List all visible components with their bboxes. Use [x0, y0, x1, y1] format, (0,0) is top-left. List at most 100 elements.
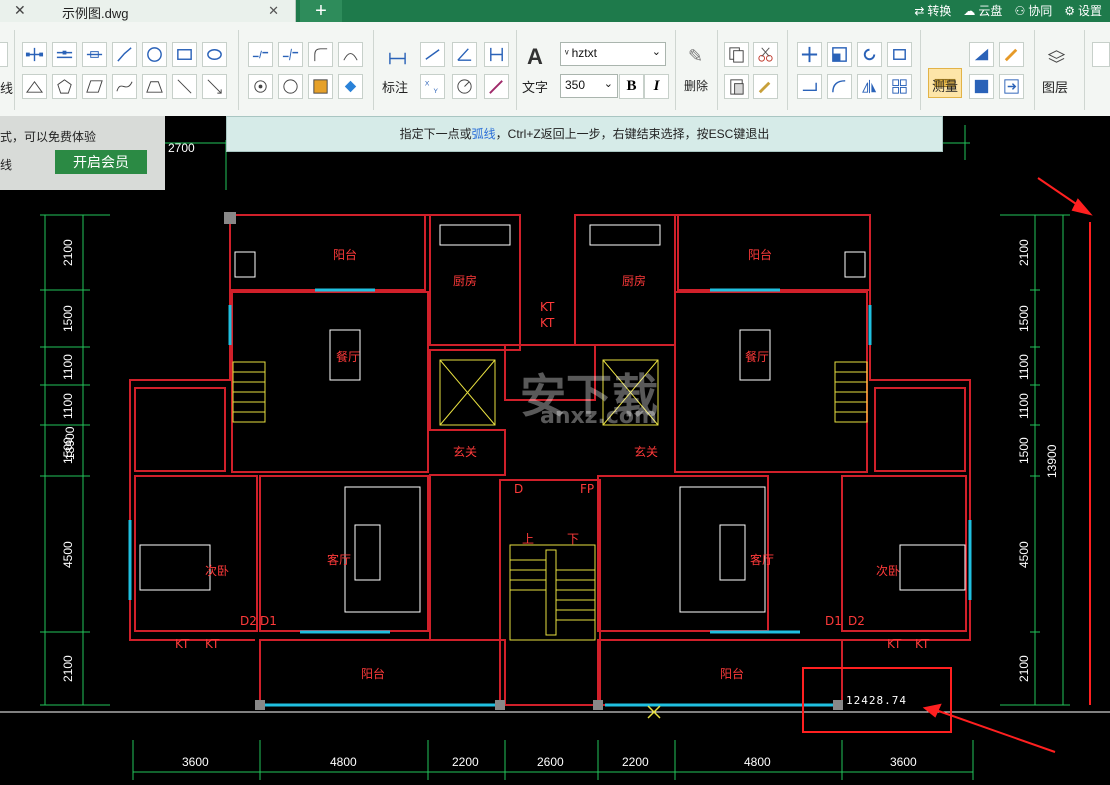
pin-icon[interactable]: ✕: [14, 2, 26, 19]
area-icon: [974, 48, 989, 61]
drawing-canvas[interactable]: 阳台 阳台 厨房 厨房 餐厅 餐厅 玄关 玄关 客厅 客厅 次卧 次卧 阳台 阳…: [0, 116, 1110, 785]
close-tab-icon[interactable]: ✕: [268, 3, 279, 19]
rectangle-icon: [177, 49, 192, 60]
block-tool-button[interactable]: [202, 42, 227, 67]
leader-button[interactable]: [484, 74, 509, 99]
radius-dim-button[interactable]: [452, 74, 477, 99]
mirror-button[interactable]: [857, 74, 882, 99]
convert-button[interactable]: ⇄ 转换: [914, 2, 951, 19]
spline-tool-button[interactable]: [112, 42, 137, 67]
label-kt-4: KT: [205, 637, 220, 651]
polyline-tool-button[interactable]: [22, 42, 47, 67]
member-promo-text: 式，可以免费体验: [0, 130, 97, 144]
dim-left-6: 2100: [61, 655, 75, 682]
copy-button[interactable]: [724, 42, 749, 67]
move-button[interactable]: [797, 42, 822, 67]
ray-tool-button[interactable]: [82, 42, 107, 67]
dim-top: 2700: [168, 141, 195, 155]
cloud-button[interactable]: ☁ 云盘: [963, 2, 1002, 19]
rotate-button[interactable]: [857, 42, 882, 67]
scale-button[interactable]: [827, 42, 852, 67]
label-dining-left: 餐厅: [336, 349, 360, 364]
font-name: hztxt: [571, 46, 597, 60]
xy-icon: XY: [425, 81, 439, 96]
circle-tool-button[interactable]: [142, 42, 167, 67]
linear-dim-button[interactable]: [484, 42, 509, 67]
angle-dim-button[interactable]: [452, 42, 477, 67]
label-up: 上: [522, 532, 534, 546]
export-button[interactable]: [999, 74, 1024, 99]
measure-readout: 12428.74: [846, 694, 907, 707]
label-d2-right: D2: [848, 614, 865, 628]
more-button[interactable]: [1092, 42, 1110, 67]
paste-button[interactable]: [724, 74, 749, 99]
extend-tool-button[interactable]: [278, 42, 303, 67]
layer-button[interactable]: [1044, 44, 1069, 69]
bold-button[interactable]: B: [619, 74, 644, 99]
coordinate-dim-button[interactable]: XY: [420, 74, 445, 99]
arc-link[interactable]: 弧线: [472, 127, 496, 141]
grid-array-button[interactable]: [887, 74, 912, 99]
top-actions: ⇄ 转换 ☁ 云盘 ⚇ 协同 ⚙ 设置: [914, 2, 1102, 19]
copy-icon: [729, 47, 744, 63]
fillet-tool-button[interactable]: [308, 42, 333, 67]
break-tool-button[interactable]: [248, 42, 273, 67]
stretch-icon: [893, 49, 906, 60]
measure-label: 测量: [932, 79, 959, 94]
polygon-circle-tool-button[interactable]: [278, 74, 303, 99]
multiline-tool-button[interactable]: [52, 42, 77, 67]
array-icon: [832, 80, 846, 93]
aligned-dim-button[interactable]: [420, 42, 445, 67]
font-select[interactable]: ᵛ hztxt ⌄: [560, 42, 666, 66]
eraser-icon[interactable]: ✎: [688, 46, 703, 67]
area-button[interactable]: [969, 42, 994, 67]
hatch-tool-button[interactable]: [308, 74, 333, 99]
import-button[interactable]: [969, 74, 994, 99]
pentagon-tool-button[interactable]: [52, 74, 77, 99]
triangle-tool-button[interactable]: [22, 74, 47, 99]
brush-button[interactable]: [753, 74, 778, 99]
collab-button[interactable]: ⚇ 协同: [1014, 2, 1052, 19]
hint-suffix: ，Ctrl+Z返回上一步，右键结束选择，按ESC键退出: [495, 127, 770, 141]
line-tool-button[interactable]: [0, 42, 8, 67]
annotate-label: 标注: [382, 80, 409, 95]
trapezoid-tool-button[interactable]: [142, 74, 167, 99]
settings-label: 设置: [1077, 4, 1102, 18]
cut-button[interactable]: [753, 42, 778, 67]
break-icon: [252, 50, 269, 59]
italic-button[interactable]: I: [644, 74, 669, 99]
font-size-select[interactable]: 350 ⌄: [560, 74, 618, 98]
open-membership-button[interactable]: 开启会员: [55, 150, 147, 174]
diagonal-line-tool-button[interactable]: [172, 74, 197, 99]
layers-icon: [1047, 50, 1066, 63]
dim-bottom-6: 3600: [890, 755, 917, 769]
hint-prefix: 指定下一点或: [399, 127, 472, 141]
annotate-button[interactable]: [385, 46, 410, 71]
new-tab-button[interactable]: +: [300, 0, 342, 22]
arc-tool-button[interactable]: [338, 42, 363, 67]
label-foyer-right: 玄关: [634, 444, 658, 459]
polyline-icon: [25, 47, 44, 62]
dim-bottom-4: 2200: [622, 755, 649, 769]
gear-tool-button[interactable]: [248, 74, 273, 99]
linear-dim-icon: [490, 47, 503, 62]
parallelogram-tool-button[interactable]: [82, 74, 107, 99]
fill-tool-button[interactable]: [338, 74, 363, 99]
settings-button[interactable]: ⚙ 设置: [1064, 2, 1102, 19]
font-icon: ᵛ: [565, 48, 572, 60]
offset-icon: [802, 82, 817, 92]
curve-tool-button[interactable]: [112, 74, 137, 99]
dim-left-0: 2100: [61, 239, 75, 266]
diagonal-line2-tool-button[interactable]: [202, 74, 227, 99]
label-d1-left: D1: [260, 614, 277, 628]
array-button[interactable]: [827, 74, 852, 99]
text-label: 文字: [522, 80, 549, 95]
offset-button[interactable]: [797, 74, 822, 99]
stretch-button[interactable]: [887, 42, 912, 67]
chevron-down-icon: ⌄: [651, 46, 661, 58]
rectangle-tool-button[interactable]: [172, 42, 197, 67]
leader-icon: [489, 80, 503, 94]
pencil-button[interactable]: [999, 42, 1024, 67]
document-tab[interactable]: ✕ 示例图.dwg ✕: [0, 0, 296, 22]
text-tool-icon[interactable]: A: [527, 44, 543, 70]
